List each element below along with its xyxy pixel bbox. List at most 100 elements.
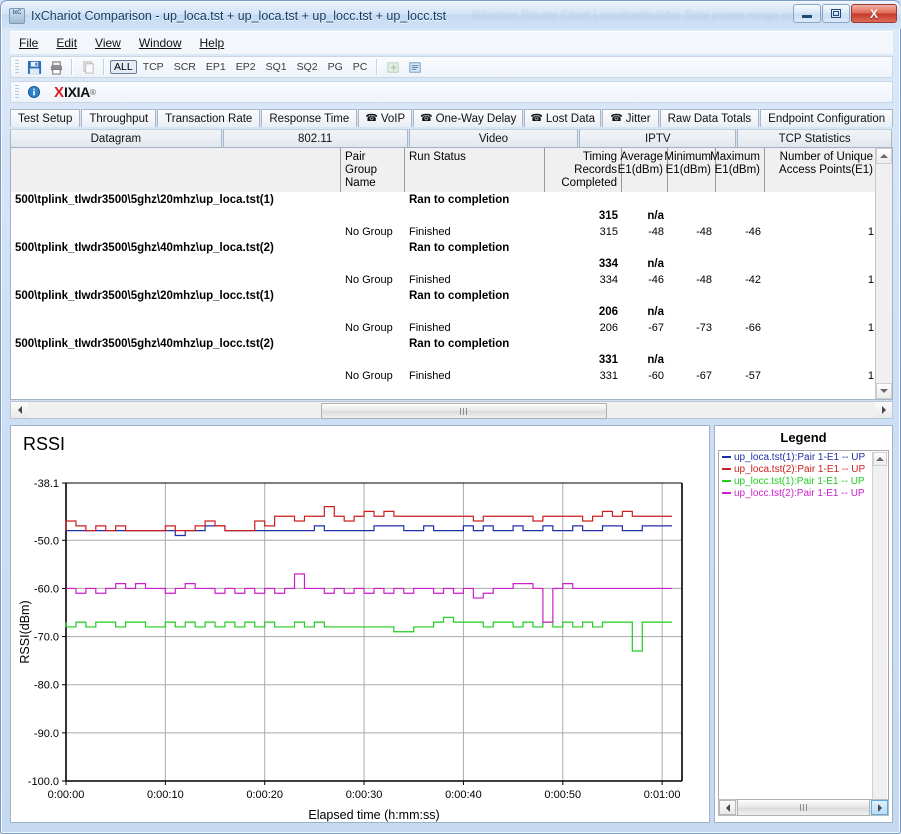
menu-edit[interactable]: Edit — [47, 34, 86, 52]
table-row[interactable]: 500\tplink_tlwdr3500\5ghz\20mhz\up_loca.… — [11, 192, 892, 208]
table-row[interactable]: No Group Finished 331 -60 -67 -57 1 — [11, 368, 892, 384]
horizontal-scroll-thumb[interactable] — [321, 403, 607, 419]
cell-test-name: 500\tplink_tlwdr3500\5ghz\40mhz\up_loca.… — [15, 242, 274, 254]
legend-scroll-thumb[interactable] — [737, 799, 870, 816]
legend-scroll-right-button[interactable] — [871, 800, 888, 815]
table-row[interactable]: No Group Finished 315 -48 -48 -46 1 — [11, 224, 892, 240]
toolbar-grip[interactable] — [14, 59, 19, 75]
menu-view[interactable]: View — [86, 34, 130, 52]
menu-help[interactable]: Help — [191, 34, 234, 52]
table-row[interactable]: 500\tplink_tlwdr3500\5ghz\20mhz\up_locc.… — [11, 288, 892, 304]
window-controls: X — [793, 4, 897, 23]
report-button[interactable] — [404, 58, 426, 77]
table-row[interactable]: 334 n/a — [11, 256, 892, 272]
legend-horizontal-scrollbar[interactable] — [718, 799, 889, 816]
cell-pair-group-name: No Group — [345, 370, 393, 382]
menu-bar: File Edit View Window Help — [10, 31, 893, 54]
column-header-pair-group-name[interactable]: Pair Group Name — [341, 148, 405, 192]
legend-item[interactable]: up_loca.tst(2):Pair 1-E1 -- UP — [719, 463, 888, 475]
table-row[interactable]: No Group Finished 206 -67 -73 -66 1 — [11, 320, 892, 336]
tab-row-primary: Test Setup Throughput Transaction Rate R… — [10, 109, 894, 127]
header-line2: Access Points(E1) — [779, 164, 873, 176]
scroll-left-button[interactable] — [11, 402, 28, 418]
tab-response-time[interactable]: Response Time — [261, 109, 358, 127]
menu-file[interactable]: File — [10, 34, 47, 52]
tab-lost-data[interactable]: ☎ Lost Data — [524, 109, 602, 127]
scroll-up-button[interactable] — [876, 148, 892, 164]
close-button[interactable]: X — [851, 4, 897, 23]
legend-color-swatch — [722, 492, 731, 494]
filter-ep1[interactable]: EP1 — [202, 60, 230, 74]
info-button[interactable] — [23, 83, 45, 102]
tab-iptv[interactable]: IPTV — [579, 129, 737, 147]
scroll-right-button[interactable] — [875, 402, 892, 418]
rssi-chart-svg[interactable]: -38.1-50.0-60.0-70.0-80.0-90.0-100.00:00… — [11, 426, 709, 822]
cell-average: -48 — [648, 226, 664, 238]
tab-throughput[interactable]: Throughput — [81, 109, 157, 127]
tab-datagram[interactable]: Datagram — [10, 129, 222, 147]
column-header-name[interactable] — [11, 148, 341, 192]
legend-item[interactable]: up_locc.tst(2):Pair 1-E1 -- UP — [719, 487, 888, 499]
copy-button[interactable] — [77, 58, 99, 77]
svg-text:RSSI(dBm): RSSI(dBm) — [18, 600, 32, 663]
tab-raw-data-totals[interactable]: Raw Data Totals — [659, 109, 760, 127]
scroll-down-button[interactable] — [876, 383, 892, 399]
tab-transaction-rate[interactable]: Transaction Rate — [157, 109, 261, 127]
tab-test-setup[interactable]: Test Setup — [10, 109, 81, 127]
tab-video[interactable]: Video — [408, 129, 579, 147]
tab-802-11[interactable]: 802.11 — [222, 129, 408, 147]
menu-window[interactable]: Window — [130, 34, 191, 52]
cell-average: -46 — [648, 274, 664, 286]
table-vertical-scrollbar[interactable] — [875, 148, 892, 399]
minimize-button[interactable] — [793, 4, 821, 23]
legend-scroll-left-button[interactable] — [719, 800, 736, 815]
filter-pg[interactable]: PG — [324, 60, 347, 74]
cell-run-status: Ran to completion — [409, 290, 510, 302]
filter-pc[interactable]: PC — [349, 60, 372, 74]
legend-panel: Legend up_loca.tst(1):Pair 1-E1 -- UP up… — [714, 425, 893, 823]
legend-item[interactable]: up_loca.tst(1):Pair 1-E1 -- UP — [719, 451, 888, 463]
maximize-button[interactable] — [822, 4, 850, 23]
table-row[interactable]: No Group Finished 334 -46 -48 -42 1 — [11, 272, 892, 288]
up-arrow-icon — [880, 154, 888, 158]
table-row[interactable]: 500\tplink_tlwdr3500\5ghz\40mhz\up_locc.… — [11, 336, 892, 352]
minimize-icon — [802, 14, 812, 18]
table-row[interactable]: 500\tplink_tlwdr3500\5ghz\40mhz\up_loca.… — [11, 240, 892, 256]
filter-scr[interactable]: SCR — [170, 60, 200, 74]
toolbar-separator-1 — [71, 59, 73, 75]
table-body[interactable]: 500\tplink_tlwdr3500\5ghz\20mhz\up_loca.… — [11, 192, 892, 399]
header-line1: Maximum — [710, 151, 760, 163]
table-row[interactable]: 331 n/a — [11, 352, 892, 368]
legend-scroll-up-button[interactable] — [873, 452, 887, 466]
table-horizontal-scrollbar[interactable] — [10, 401, 893, 419]
column-header-maximum-e1[interactable]: Maximum E1(dBm) — [710, 148, 765, 192]
filter-sq1[interactable]: SQ1 — [262, 60, 291, 74]
print-button[interactable] — [45, 58, 67, 77]
legend-item[interactable]: up_locc.tst(1):Pair 1-E1 -- UP — [719, 475, 888, 487]
filter-sq2[interactable]: SQ2 — [293, 60, 322, 74]
tab-voip[interactable]: ☎ VoIP — [358, 109, 413, 127]
table-row[interactable]: 315 n/a — [11, 208, 892, 224]
brand-toolbar-grip[interactable] — [14, 84, 19, 100]
tab-tcp-statistics[interactable]: TCP Statistics — [737, 129, 892, 147]
export-button[interactable] — [382, 58, 404, 77]
column-header-timing-records-completed[interactable]: Timing Records Completed — [545, 148, 622, 192]
filter-all[interactable]: ALL — [110, 60, 137, 74]
save-button[interactable] — [23, 58, 45, 77]
tab-endpoint-configuration[interactable]: Endpoint Configuration — [760, 109, 894, 127]
cell-test-name: 500\tplink_tlwdr3500\5ghz\20mhz\up_locc.… — [15, 290, 274, 302]
column-header-minimum-e1[interactable]: Minimum E1(dBm) — [664, 148, 716, 192]
table-row[interactable]: 206 n/a — [11, 304, 892, 320]
column-header-run-status[interactable]: Run Status — [405, 148, 545, 192]
filter-ep2[interactable]: EP2 — [232, 60, 260, 74]
legend-vertical-scrollbar[interactable] — [872, 452, 887, 800]
info-icon — [27, 85, 41, 99]
tab-one-way-delay[interactable]: ☎ One-Way Delay — [413, 109, 524, 127]
column-header-average-e1[interactable]: Average E1(dBm) — [618, 148, 668, 192]
filter-tcp[interactable]: TCP — [139, 60, 168, 74]
tab-jitter[interactable]: ☎ Jitter — [602, 109, 659, 127]
legend-list[interactable]: up_loca.tst(1):Pair 1-E1 -- UP up_loca.t… — [718, 450, 889, 802]
cell-run-status: Ran to completion — [409, 194, 510, 206]
svg-text:0:00:30: 0:00:30 — [346, 789, 383, 801]
column-header-unique-access-points[interactable]: Number of Unique Access Points(E1) — [765, 148, 878, 192]
